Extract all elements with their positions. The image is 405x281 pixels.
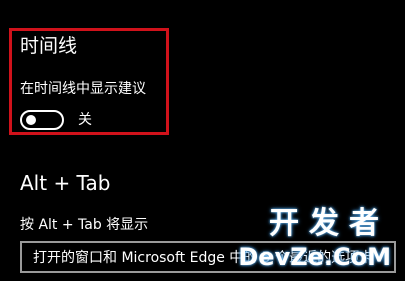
toggle-knob — [26, 115, 36, 125]
alt-tab-dropdown[interactable]: 打开的窗口和 Microsoft Edge 中的 5 个最近的选项卡 — [20, 241, 396, 273]
alt-tab-label: 按 Alt + Tab 将显示 — [20, 217, 149, 233]
timeline-section-title: 时间线 — [20, 35, 78, 57]
timeline-suggestions-label: 在时间线中显示建议 — [20, 81, 146, 97]
watermark-line1: 开发者 — [269, 206, 389, 241]
alt-tab-section-title: Alt + Tab — [20, 171, 111, 195]
alt-tab-dropdown-value: 打开的窗口和 Microsoft Edge 中的 5 个最近的选项卡 — [33, 250, 374, 266]
timeline-suggestions-toggle[interactable] — [20, 110, 64, 130]
toggle-state-label: 关 — [78, 112, 92, 128]
